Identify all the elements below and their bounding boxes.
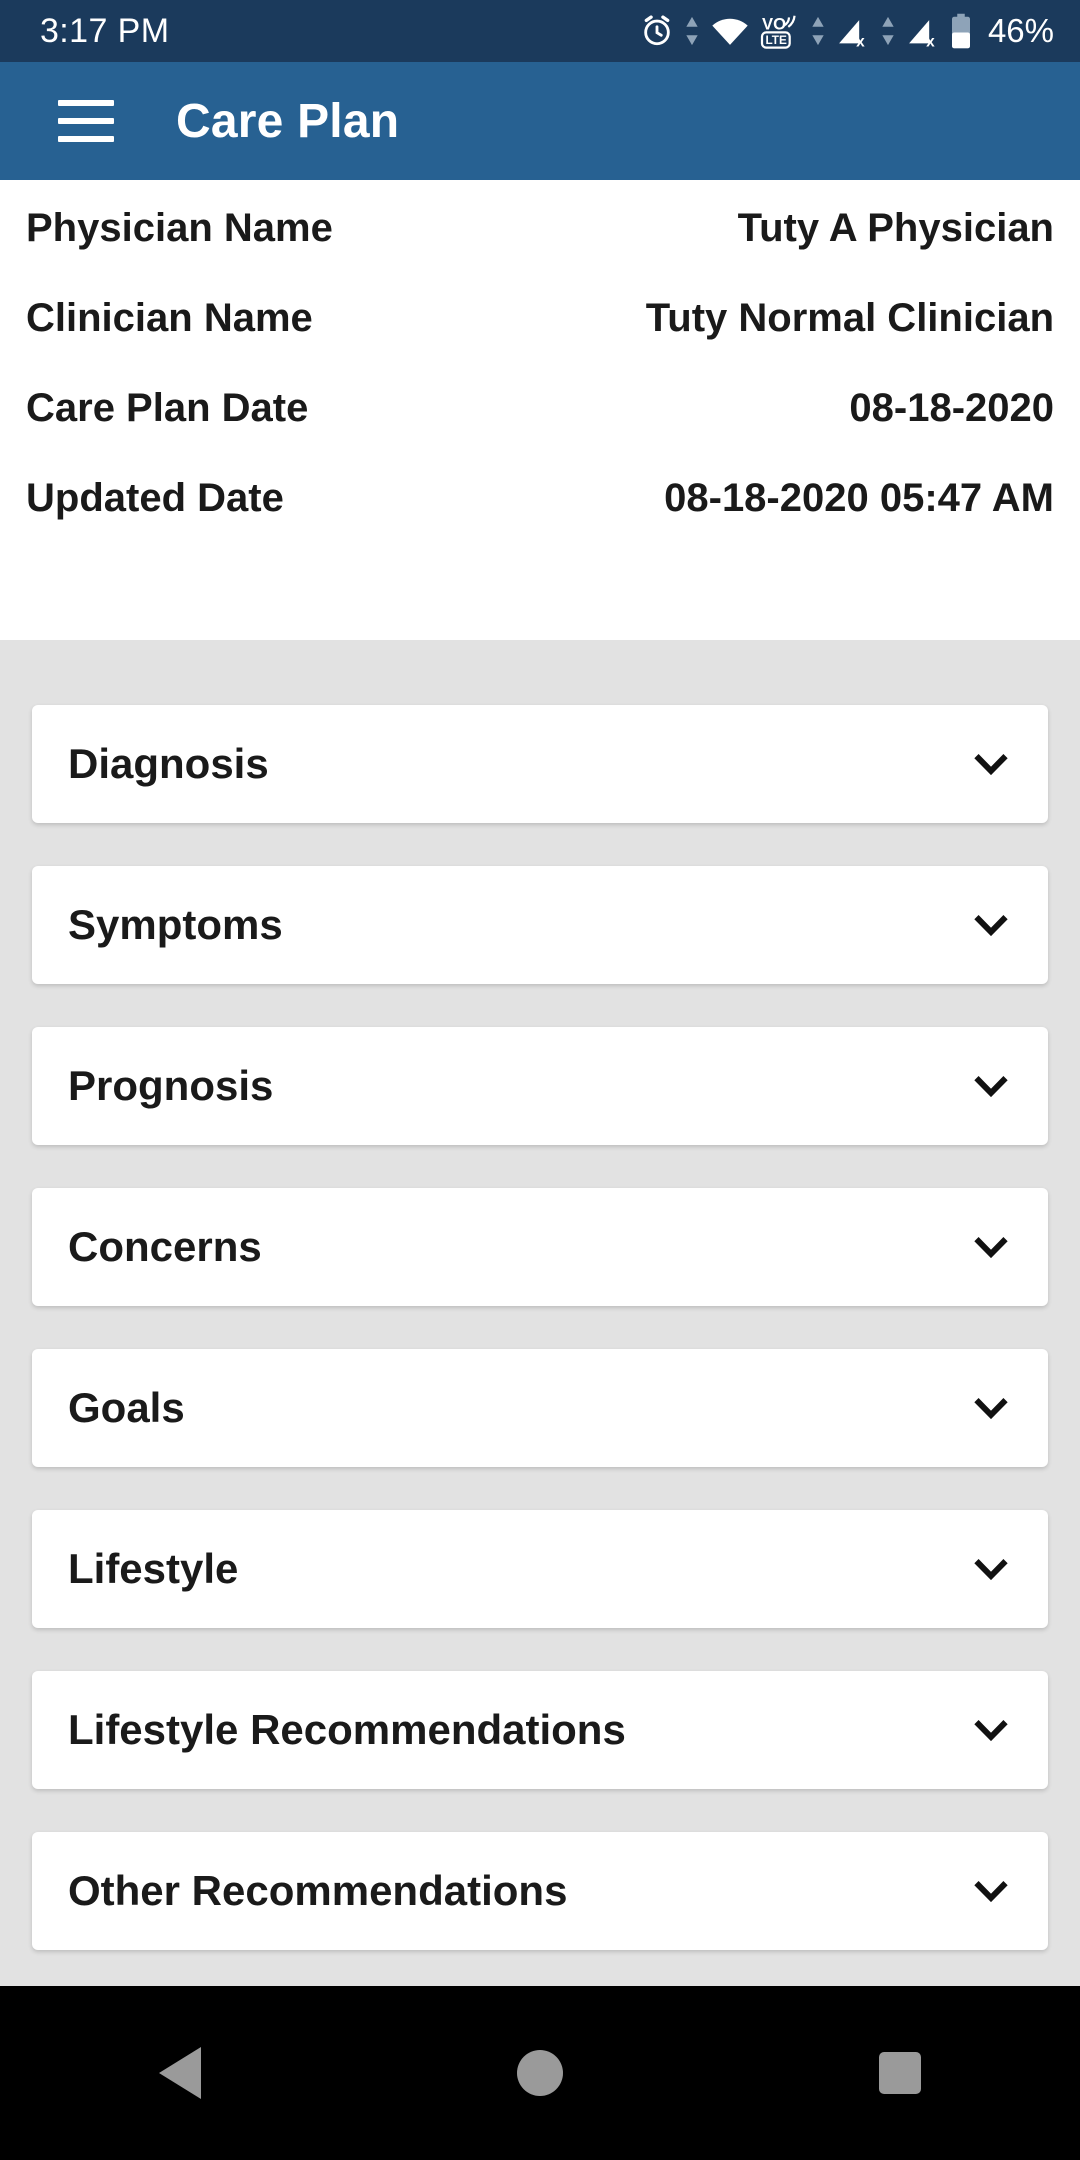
accordion-item-goals[interactable]: Goals <box>32 1349 1048 1467</box>
chevron-down-icon[interactable] <box>968 1385 1014 1431</box>
hamburger-menu-icon[interactable] <box>58 100 114 142</box>
info-value: 08-18-2020 05:47 AM <box>664 476 1054 520</box>
chevron-down-icon[interactable] <box>968 1546 1014 1592</box>
info-row-clinician-name: Clinician Name Tuty Normal Clinician <box>26 296 1054 386</box>
alarm-icon <box>640 14 674 48</box>
wifi-icon <box>710 14 750 48</box>
accordion-item-label: Lifestyle Recommendations <box>68 1706 626 1753</box>
accordion-item-label: Diagnosis <box>68 740 269 787</box>
accordion-item-label: Other Recommendations <box>68 1867 568 1914</box>
accordion-item-label: Prognosis <box>68 1062 274 1109</box>
android-navigation-bar <box>0 1986 1080 2160</box>
accordion-item-label: Symptoms <box>68 901 283 948</box>
accordion-item-label: Goals <box>68 1384 185 1431</box>
info-row-care-plan-date: Care Plan Date 08-18-2020 <box>26 386 1054 476</box>
home-button[interactable] <box>470 2018 610 2128</box>
accordion-item-concerns[interactable]: Concerns <box>32 1188 1048 1306</box>
accordion-item-other-recommendations[interactable]: Other Recommendations <box>32 1832 1048 1950</box>
signal-no-sim-icon: x <box>836 14 870 48</box>
accordion-item-prognosis[interactable]: Prognosis <box>32 1027 1048 1145</box>
svg-text:LTE: LTE <box>765 34 786 47</box>
info-value: 08-18-2020 <box>849 386 1054 430</box>
svg-text:x: x <box>856 33 865 48</box>
info-label: Care Plan Date <box>26 386 309 430</box>
info-label: Updated Date <box>26 476 284 520</box>
care-plan-section-list[interactable]: Diagnosis Symptoms Prognosis Concerns Go <box>0 640 1080 1986</box>
back-button[interactable] <box>110 2018 250 2128</box>
accordion-item-label: Concerns <box>68 1223 262 1270</box>
recents-square-icon <box>879 2052 921 2094</box>
chevron-down-icon[interactable] <box>968 1707 1014 1753</box>
svg-text:x: x <box>926 33 935 48</box>
accordion-item-label: Lifestyle <box>68 1545 239 1592</box>
accordion-item-lifestyle[interactable]: Lifestyle <box>32 1510 1048 1628</box>
accordion-item-diagnosis[interactable]: Diagnosis <box>32 705 1048 823</box>
data-transfer-icon <box>684 14 700 48</box>
battery-icon <box>950 13 972 49</box>
back-triangle-icon <box>159 2047 201 2099</box>
home-circle-icon <box>517 2050 563 2096</box>
signal-no-sim-icon: x <box>906 14 940 48</box>
svg-text:VO: VO <box>762 15 786 34</box>
care-plan-info-panel: Physician Name Tuty A Physician Clinicia… <box>0 180 1080 640</box>
accordion-item-lifestyle-recommendations[interactable]: Lifestyle Recommendations <box>32 1671 1048 1789</box>
recents-button[interactable] <box>830 2018 970 2128</box>
status-bar-icons: VO LTE x x 46% <box>640 12 1054 50</box>
app-bar: Care Plan <box>0 62 1080 180</box>
accordion-item-symptoms[interactable]: Symptoms <box>32 866 1048 984</box>
chevron-down-icon[interactable] <box>968 1868 1014 1914</box>
volte-icon: VO LTE <box>760 13 800 49</box>
info-row-physician-name: Physician Name Tuty A Physician <box>26 206 1054 296</box>
info-row-updated-date: Updated Date 08-18-2020 05:47 AM <box>26 476 1054 566</box>
chevron-down-icon[interactable] <box>968 1063 1014 1109</box>
info-value: Tuty Normal Clinician <box>645 296 1054 340</box>
data-transfer-icon <box>880 14 896 48</box>
chevron-down-icon[interactable] <box>968 902 1014 948</box>
chevron-down-icon[interactable] <box>968 1224 1014 1270</box>
info-label: Clinician Name <box>26 296 313 340</box>
status-bar: 3:17 PM VO LTE x x 46% <box>0 0 1080 62</box>
data-transfer-icon <box>810 14 826 48</box>
chevron-down-icon[interactable] <box>968 741 1014 787</box>
info-value: Tuty A Physician <box>737 206 1054 250</box>
page-title: Care Plan <box>176 94 400 148</box>
status-bar-clock: 3:17 PM <box>40 12 170 50</box>
app-screen: 3:17 PM VO LTE x x 46% Care Plan Physici… <box>0 0 1080 2160</box>
battery-percentage: 46% <box>987 12 1054 49</box>
info-label: Physician Name <box>26 206 333 250</box>
